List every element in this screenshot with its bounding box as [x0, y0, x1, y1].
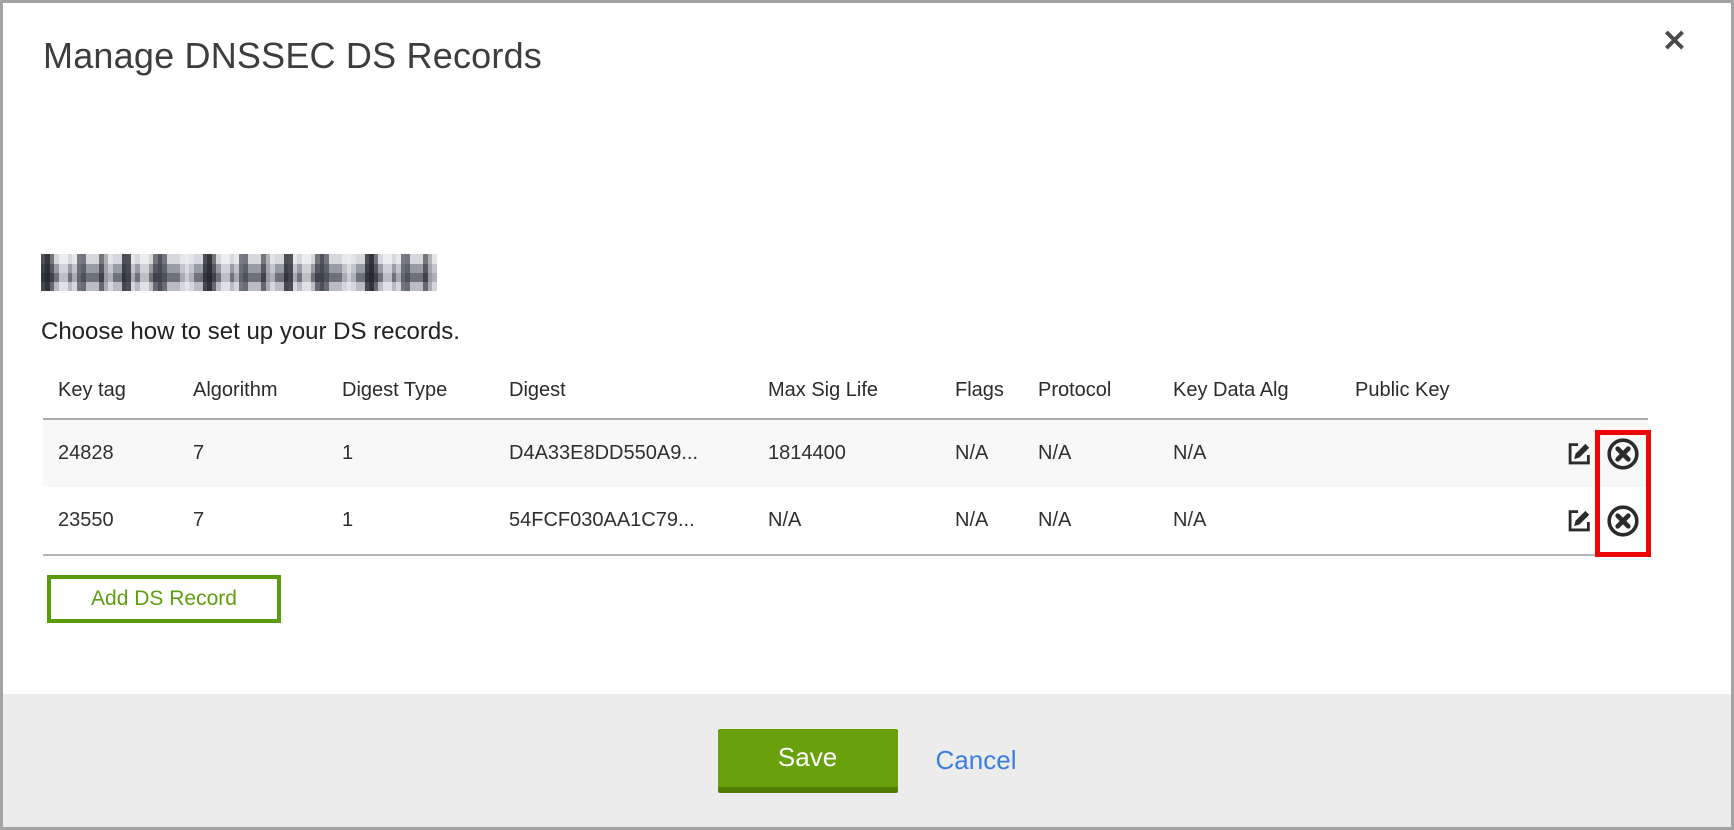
save-button[interactable]: Save — [718, 729, 898, 793]
row-actions — [1548, 487, 1648, 555]
cell-flags: N/A — [940, 419, 1023, 487]
col-header-algorithm: Algorithm — [178, 375, 327, 419]
manage-dnssec-dialog: Manage DNSSEC DS Records ✕ Choose how to… — [0, 0, 1734, 830]
cell-max-sig-life: N/A — [753, 487, 940, 555]
dialog-title: Manage DNSSEC DS Records — [43, 35, 542, 77]
cell-protocol: N/A — [1023, 487, 1158, 555]
dialog-footer: Save Cancel — [3, 694, 1731, 827]
cell-digest: 54FCF030AA1C79... — [494, 487, 753, 555]
table-header-row: Key tag Algorithm Digest Type Digest Max… — [43, 375, 1648, 419]
cell-digest: D4A33E8DD550A9... — [494, 419, 753, 487]
col-header-actions — [1548, 375, 1648, 419]
cell-key-tag: 23550 — [43, 487, 178, 555]
edit-record-button[interactable] — [1564, 439, 1594, 469]
edit-record-button[interactable] — [1564, 506, 1594, 536]
col-header-public-key: Public Key — [1340, 375, 1548, 419]
cell-key-tag: 24828 — [43, 419, 178, 487]
cell-public-key — [1340, 419, 1548, 487]
cell-public-key — [1340, 487, 1548, 555]
add-ds-record-button[interactable]: Add DS Record — [47, 575, 281, 623]
cell-flags: N/A — [940, 487, 1023, 555]
cell-max-sig-life: 1814400 — [753, 419, 940, 487]
col-header-digest-type: Digest Type — [327, 375, 494, 419]
instruction-text: Choose how to set up your DS records. — [41, 318, 460, 346]
col-header-digest: Digest — [494, 375, 753, 419]
cancel-link[interactable]: Cancel — [936, 745, 1017, 776]
edit-icon — [1564, 524, 1594, 539]
ds-records-table: Key tag Algorithm Digest Type Digest Max… — [43, 375, 1648, 556]
cell-digest-type: 1 — [327, 487, 494, 555]
delete-record-button[interactable] — [1606, 504, 1640, 538]
x-circle-icon — [1606, 459, 1640, 474]
col-header-protocol: Protocol — [1023, 375, 1158, 419]
cell-key-data-alg: N/A — [1158, 419, 1340, 487]
close-icon[interactable]: ✕ — [1662, 27, 1687, 57]
cell-key-data-alg: N/A — [1158, 487, 1340, 555]
cell-protocol: N/A — [1023, 419, 1158, 487]
cell-digest-type: 1 — [327, 419, 494, 487]
x-circle-icon — [1606, 526, 1640, 541]
edit-icon — [1564, 457, 1594, 472]
col-header-key-data-alg: Key Data Alg — [1158, 375, 1340, 419]
col-header-key-tag: Key tag — [43, 375, 178, 419]
table-row: 23550 7 1 54FCF030AA1C79... N/A N/A N/A … — [43, 487, 1648, 555]
cell-algorithm: 7 — [178, 487, 327, 555]
col-header-flags: Flags — [940, 375, 1023, 419]
col-header-max-sig-life: Max Sig Life — [753, 375, 940, 419]
domain-name-redacted — [41, 254, 437, 291]
delete-record-button[interactable] — [1606, 437, 1640, 471]
cell-algorithm: 7 — [178, 419, 327, 487]
table-row: 24828 7 1 D4A33E8DD550A9... 1814400 N/A … — [43, 419, 1648, 487]
row-actions — [1548, 419, 1648, 487]
